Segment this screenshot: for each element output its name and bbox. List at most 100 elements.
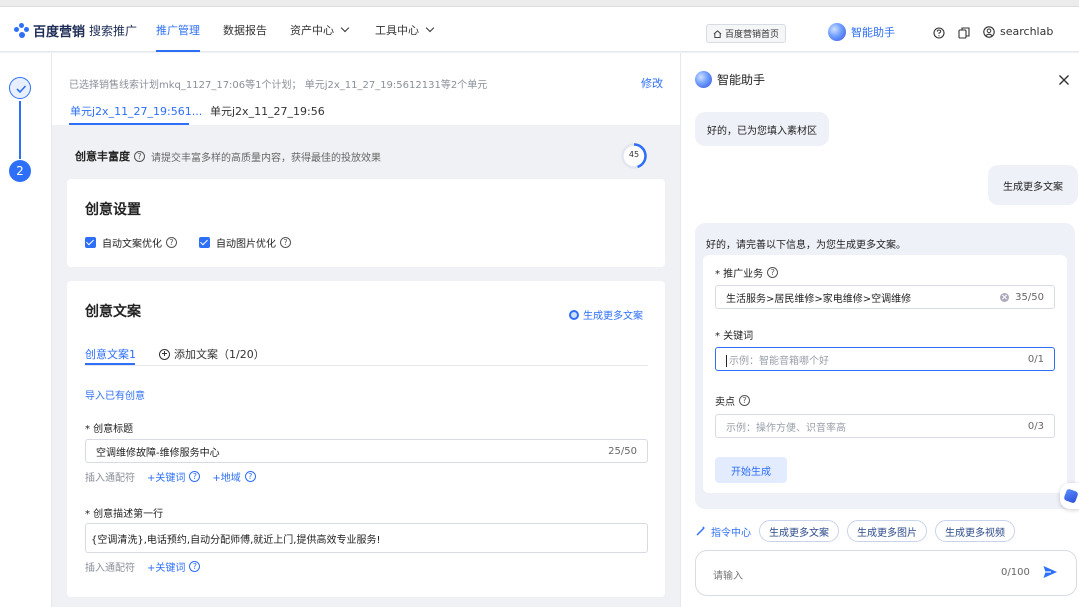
add-copy-label: 添加文案（1/20） [174, 348, 265, 361]
promotion-business-input[interactable]: 生活服务>居民维修>家电维修>空调维修 35/50 [715, 285, 1055, 309]
title-helpers: 插入通配符 +关键词? +地域? [85, 469, 256, 484]
send-icon[interactable] [1042, 564, 1058, 580]
char-count: 0/1 [1027, 353, 1044, 365]
creative-settings-card: 创意设置 自动文案优化 ? 自动图片优化 ? [67, 179, 665, 267]
question-icon[interactable]: ? [189, 561, 201, 572]
logo[interactable]: 百度营销 搜索推广 [14, 21, 137, 40]
tab-creative-copy-1[interactable]: 创意文案1 [85, 346, 136, 362]
help-icon[interactable] [933, 27, 945, 39]
nav-label: 数据报告 [223, 24, 267, 37]
assistant-orb-icon [828, 23, 846, 41]
generate-copy-form: * 推广业务? 生活服务>居民维修>家电维修>空调维修 35/50 * 关键词 … [703, 255, 1067, 493]
tab-unit-2[interactable]: 单元j2x_11_27_19:56 [210, 103, 325, 119]
richness-description: 请提交丰富多样的高质量内容，获得最佳的投放效果 [151, 152, 381, 164]
question-icon[interactable]: ? [189, 471, 201, 482]
selling-placeholder: 示例：操作方便、识音率高 [726, 422, 846, 434]
nav-promotion-management[interactable]: 推广管理 [156, 22, 200, 38]
chip-generate-more-copy[interactable]: 生成更多文案 [759, 520, 839, 542]
auto-image-optimization-checkbox[interactable]: 自动图片优化 ? [199, 235, 291, 250]
richness-score: 45 [628, 150, 640, 159]
step-rail: 2 [0, 53, 52, 607]
command-center-button[interactable]: 指令中心 [695, 524, 751, 539]
assistant-orb-icon [695, 71, 712, 88]
tab-active-indicator [69, 123, 189, 125]
home-icon [713, 29, 722, 38]
question-icon[interactable]: ? [166, 237, 177, 248]
selling-point-input[interactable]: 示例：操作方便、识音率高 0/3 [715, 414, 1055, 438]
assistant-panel-header: 智能助手 [695, 71, 765, 88]
add-keyword-link[interactable]: +关键词? [147, 559, 201, 574]
insert-wildcard-label: 插入通配符 [85, 473, 135, 484]
settings-title: 创意设置 [85, 202, 141, 218]
close-icon[interactable] [1058, 74, 1070, 86]
browser-bookmark-strip [0, 0, 1079, 7]
assistant-message: 好的，已为您填入素材区 [695, 112, 829, 146]
insert-wildcard-label: 插入通配符 [85, 563, 135, 574]
chevron-down-icon [425, 23, 435, 33]
clear-icon[interactable] [1000, 292, 1010, 302]
magic-wand-icon [696, 526, 706, 536]
nav-label: 工具中心 [375, 24, 419, 37]
top-navigation-bar: 百度营销 搜索推广 推广管理 数据报告 资产中心 工具中心 百度营销首页 智能助… [0, 7, 1079, 52]
add-region-link[interactable]: +地域? [212, 469, 256, 484]
floating-widget[interactable] [1060, 483, 1079, 509]
question-icon[interactable]: ? [134, 150, 145, 162]
smart-assistant-panel: 智能助手 好的，已为您填入素材区 生成更多文案 好的，请完善以下信息，为您生成更… [680, 53, 1079, 607]
creative-title-input[interactable]: 空调维修故障-维修服务中心 25/50 [85, 439, 648, 463]
keyword-label: * 关键词 [715, 331, 754, 342]
chat-input[interactable]: 请输入 0/100 [695, 550, 1077, 596]
chip-generate-more-images[interactable]: 生成更多图片 [847, 520, 927, 542]
import-existing-creative-link[interactable]: 导入已有创意 [85, 387, 145, 402]
copy-icon[interactable] [958, 27, 970, 39]
selection-summary-text: 已选择销售线索计划mkq_1127_17:06等1个计划； 单元j2x_11_2… [69, 80, 488, 91]
text-caret [726, 354, 727, 367]
richness-score-ring: 45 [620, 142, 648, 170]
modify-link[interactable]: 修改 [641, 75, 663, 91]
business-value: 生活服务>居民维修>家电维修>空调维修 [726, 293, 912, 305]
ai-orb-icon [569, 309, 579, 320]
copy-title: 创意文案 [85, 304, 141, 320]
selling-point-label: 卖点? [715, 393, 750, 408]
step-connector [19, 101, 21, 159]
selection-summary: 已选择销售线索计划mkq_1127_17:06等1个计划； 单元j2x_11_2… [52, 53, 680, 125]
description-line-1-textarea[interactable]: {空调清洗},电话预约,自动分配师傅,就近上门,提供高效专业服务! [85, 523, 648, 553]
add-copy-button[interactable]: 添加文案（1/20） [159, 346, 265, 362]
smart-assistant-button[interactable]: 智能助手 [828, 23, 895, 41]
nav-label: 资产中心 [290, 24, 334, 37]
creative-title-label: * 创意标题 [85, 424, 134, 435]
nav-label: 推广管理 [156, 24, 200, 37]
home-button-label: 百度营销首页 [725, 30, 780, 40]
chevron-down-icon [340, 23, 350, 33]
char-count: 25/50 [608, 445, 637, 457]
question-icon[interactable]: ? [767, 267, 779, 278]
cube-logo-icon [1063, 488, 1079, 504]
main-content: 已选择销售线索计划mkq_1127_17:06等1个计划； 单元j2x_11_2… [52, 53, 680, 607]
nav-data-report[interactable]: 数据报告 [223, 22, 267, 38]
command-center-label: 指令中心 [711, 527, 751, 539]
step-2-current[interactable]: 2 [9, 160, 31, 182]
question-icon[interactable]: ? [280, 237, 291, 248]
nav-asset-center[interactable]: 资产中心 [290, 22, 350, 38]
generate-more-copy-link[interactable]: 生成更多文案 [569, 307, 643, 322]
logo-text: 百度营销 [33, 25, 86, 40]
question-icon[interactable]: ? [244, 471, 256, 482]
form-intro: 好的，请完善以下信息，为您生成更多文案。 [706, 240, 906, 251]
creative-richness: 创意丰富度 ? 请提交丰富多样的高质量内容，获得最佳的投放效果 [75, 148, 381, 164]
user-menu[interactable]: searchlab [983, 25, 1053, 38]
chip-generate-more-videos[interactable]: 生成更多视频 [935, 520, 1015, 542]
add-keyword-link[interactable]: +关键词? [147, 469, 201, 484]
nav-tool-center[interactable]: 工具中心 [375, 22, 435, 38]
paw-logo-icon [14, 22, 30, 39]
checkbox-label: 自动图片优化 [216, 239, 276, 250]
step-1-complete[interactable] [9, 77, 31, 99]
tab-unit-1[interactable]: 单元j2x_11_27_19:561... [70, 103, 202, 119]
checkbox-checked-icon [85, 237, 96, 248]
auto-copy-optimization-checkbox[interactable]: 自动文案优化 ? [85, 235, 177, 250]
creative-title-value: 空调维修故障-维修服务中心 [96, 447, 220, 459]
keyword-input[interactable]: 示例：智能音箱哪个好 0/1 [715, 347, 1055, 371]
question-icon[interactable]: ? [739, 395, 750, 406]
quick-command-row: 指令中心 生成更多文案 生成更多图片 生成更多视频 [695, 520, 1023, 542]
start-generate-button[interactable]: 开始生成 [715, 457, 787, 483]
baidu-marketing-home-button[interactable]: 百度营销首页 [706, 24, 787, 43]
generate-more-label: 生成更多文案 [583, 311, 643, 322]
